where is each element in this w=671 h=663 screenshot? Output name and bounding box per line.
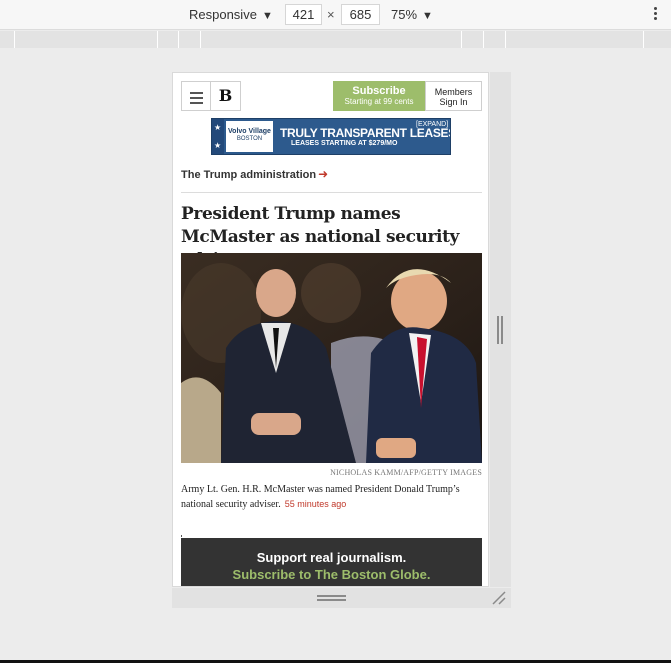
- times-icon: ×: [327, 7, 335, 22]
- article-photo[interactable]: [181, 253, 482, 463]
- ruler-segment[interactable]: [462, 31, 484, 48]
- members-sign-in-button[interactable]: Members Sign In: [425, 81, 482, 111]
- star-icon: ★: [214, 123, 222, 132]
- promo-line1: Support real journalism.: [256, 550, 407, 565]
- zoom-dropdown[interactable]: 75% ▼: [391, 7, 433, 22]
- ruler-segment[interactable]: [158, 31, 179, 48]
- photo-illustration: [181, 253, 482, 463]
- ad-banner[interactable]: ★ ★ Volvo Village BOSTON TRULY TRANSPARE…: [211, 118, 451, 155]
- device-mode-dropdown[interactable]: Responsive ▼: [189, 7, 273, 22]
- corner-resize-icon[interactable]: [491, 590, 507, 606]
- divider: [181, 192, 482, 193]
- subscribe-promo[interactable]: Support real journalism. Subscribe to Th…: [181, 538, 482, 586]
- sign-in-label: Sign In: [439, 97, 468, 107]
- ad-expand-link[interactable]: [EXPAND]: [416, 121, 448, 128]
- right-resize-handle[interactable]: [497, 316, 503, 344]
- height-input[interactable]: 685: [341, 4, 380, 25]
- site-header: B Subscribe Starting at 99 cents Members…: [181, 81, 482, 112]
- ruler-segment[interactable]: [0, 31, 15, 48]
- bottom-resize-handle[interactable]: [317, 595, 346, 601]
- subscribe-subtext: Starting at 99 cents: [344, 97, 414, 106]
- photo-credit: NICHOLAS KAMM/AFP/GETTY IMAGES: [330, 468, 482, 477]
- subscribe-label: Subscribe: [352, 85, 406, 97]
- caret-down-icon: ▼: [422, 10, 433, 22]
- arrow-right-icon: ➜: [318, 167, 329, 181]
- hamburger-menu-icon[interactable]: [181, 81, 211, 111]
- zoom-label: 75%: [391, 7, 418, 22]
- ruler-segment[interactable]: [179, 31, 201, 48]
- device-viewport: B Subscribe Starting at 99 cents Members…: [172, 72, 489, 587]
- devtools-toolbar: Responsive ▼ 421 × 685 75% ▼: [0, 0, 671, 30]
- divider: [181, 535, 182, 537]
- ruler-segment[interactable]: [201, 31, 462, 48]
- ad-headline: TRULY TRANSPARENT LEASES: [280, 126, 451, 140]
- topic-label: The Trump administration: [181, 169, 317, 181]
- members-label: Members: [434, 87, 473, 97]
- ad-brand-logo: Volvo Village BOSTON: [226, 121, 273, 152]
- media-query-ruler[interactable]: [0, 31, 671, 48]
- more-options-icon[interactable]: [651, 5, 659, 23]
- ad-subline: LEASES STARTING AT $279/MO: [291, 140, 398, 147]
- ad-stars: ★ ★: [212, 119, 224, 154]
- caret-down-icon: ▼: [261, 10, 273, 22]
- star-icon: ★: [214, 141, 222, 150]
- topic-link[interactable]: The Trump administration ➜: [181, 167, 328, 181]
- timestamp: 55 minutes ago: [284, 499, 347, 509]
- ruler-segment[interactable]: [506, 31, 644, 48]
- ruler-segment[interactable]: [484, 31, 506, 48]
- globe-logo[interactable]: B: [211, 81, 241, 111]
- ad-brand-city: BOSTON: [236, 136, 263, 142]
- ad-brand-name: Volvo Village: [228, 128, 271, 135]
- width-input[interactable]: 421: [285, 4, 322, 25]
- promo-line2[interactable]: Subscribe to The Boston Globe.: [181, 566, 482, 584]
- ruler-segment[interactable]: [15, 31, 158, 48]
- photo-caption: Army Lt. Gen. H.R. McMaster was named Pr…: [181, 483, 482, 512]
- subscribe-button[interactable]: Subscribe Starting at 99 cents: [333, 81, 425, 111]
- device-mode-label: Responsive: [189, 7, 257, 22]
